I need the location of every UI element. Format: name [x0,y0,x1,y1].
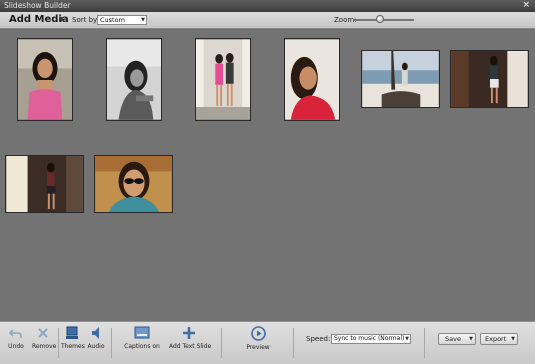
captions-icon [134,326,150,339]
photo-thumbnail[interactable] [361,50,440,108]
title-bar: Slideshow Builder × [0,0,535,12]
sort-by-select[interactable]: Custom ▼ [97,15,147,25]
photo-3-image [196,39,250,120]
divider [424,328,425,358]
sort-by-label: Sort by: [72,16,100,24]
close-icon[interactable]: × [522,0,530,10]
photo-1-image [18,39,72,120]
photo-8-image [95,156,172,212]
undo-label: Undo [8,343,24,350]
sort-by-value: Custom [100,16,125,24]
themes-icon [66,326,78,339]
preview-button[interactable]: Preview [246,326,270,351]
remove-label: Remove [32,343,57,350]
save-button[interactable]: Save ▼ [438,333,476,345]
photo-6-image [451,51,528,107]
save-label: Save [445,335,461,343]
zoom-slider-thumb[interactable] [376,15,385,23]
add-media-dropdown-icon[interactable]: ▼ [59,16,64,23]
photo-7-image [6,156,83,212]
export-button[interactable]: Export ▼ [480,333,518,345]
photo-thumbnail[interactable] [5,155,84,213]
speed-label: Speed: [306,335,331,343]
photo-thumbnail[interactable] [94,155,173,213]
remove-button[interactable]: Remove [32,326,57,350]
photo-thumbnail[interactable] [17,38,73,121]
undo-button[interactable]: Undo [8,326,24,350]
audio-label: Audio [87,343,105,350]
divider [221,328,222,358]
add-text-slide-label: Add Text Slide [169,343,212,350]
preview-icon [250,326,266,341]
add-text-slide-button[interactable]: Add Text Slide [169,326,212,350]
export-label: Export [485,335,507,343]
captions-label: Captions on [124,343,160,350]
remove-icon [38,328,48,338]
photo-thumbnail[interactable] [195,38,251,121]
slide-grid [0,30,535,321]
photo-4-image [285,39,339,120]
photo-thumbnail[interactable] [106,38,162,121]
speed-select[interactable]: Sync to music (Normal) ▼ [331,334,411,344]
window-title: Slideshow Builder [4,1,71,10]
speed-value: Sync to music (Normal) [334,335,405,342]
photo-5-image [362,51,439,107]
add-text-icon [183,327,195,339]
captions-button[interactable]: Captions on [124,326,160,350]
chevron-down-icon[interactable]: ▼ [511,334,515,344]
audio-icon [92,327,99,339]
divider [111,328,112,358]
themes-label: Themes [61,343,85,350]
themes-button[interactable]: Themes [61,326,85,350]
top-toolbar: Add Media ▼ Sort by: Custom ▼ Zoom: [0,12,535,29]
chevron-down-icon: ▼ [141,17,145,23]
photo-thumbnail[interactable] [450,50,529,108]
divider [293,328,294,358]
chevron-down-icon: ▼ [405,336,409,342]
audio-button[interactable]: Audio [87,326,105,350]
preview-label: Preview [246,344,270,351]
undo-icon [9,329,22,338]
bottom-toolbar: Undo Remove Themes Audio Captions on Add… [0,321,535,364]
photo-2-image [107,39,161,120]
chevron-down-icon[interactable]: ▼ [469,334,473,344]
photo-thumbnail[interactable] [284,38,340,121]
divider [58,328,59,358]
